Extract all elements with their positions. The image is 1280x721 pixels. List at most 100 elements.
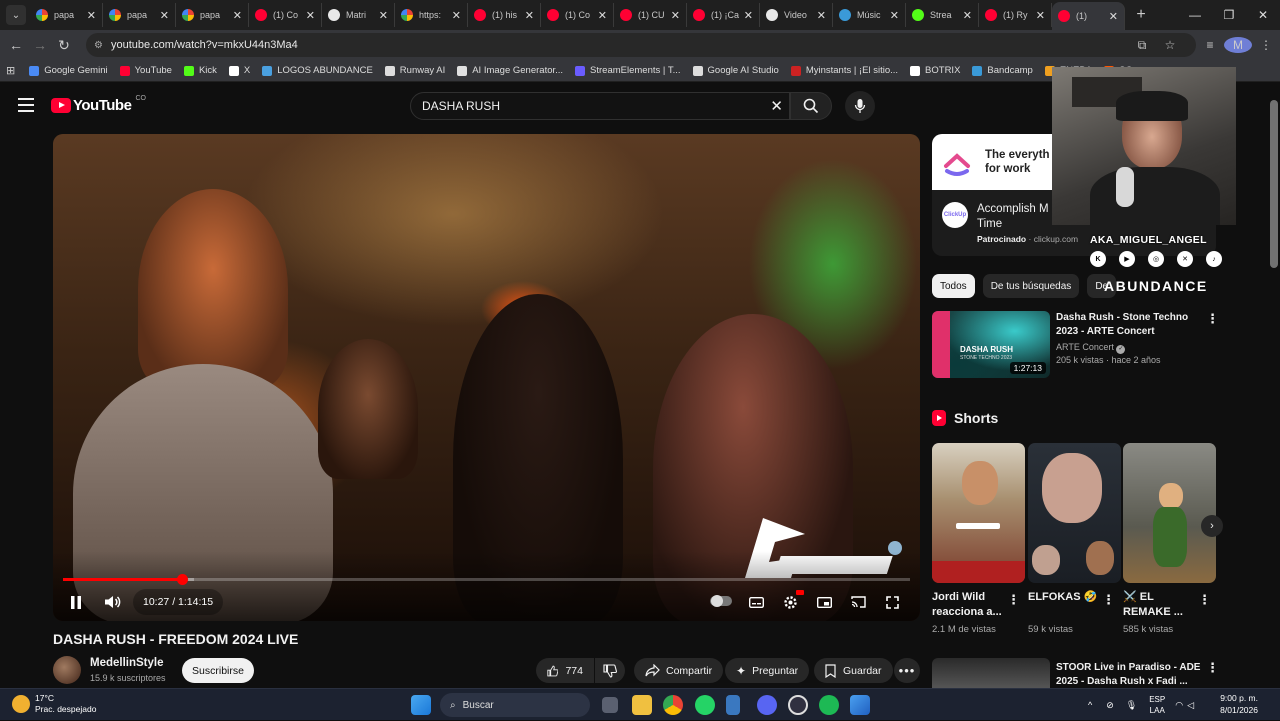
- page-scrollbar[interactable]: [1270, 100, 1278, 268]
- browser-tab[interactable]: Matri ✕: [322, 3, 395, 27]
- photo-app-icon[interactable]: [850, 695, 870, 715]
- bookmark-item[interactable]: Bandcamp: [972, 65, 1033, 76]
- apps-icon[interactable]: ⊞: [6, 64, 15, 77]
- obs-icon[interactable]: [788, 695, 808, 715]
- like-button[interactable]: 774: [536, 658, 594, 683]
- bookmark-item[interactable]: Myinstants | ¡El sitio...: [790, 65, 898, 76]
- video-player[interactable]: 10:27 / 1:14:15: [53, 134, 920, 621]
- close-tab-icon[interactable]: ✕: [87, 9, 96, 22]
- video-thumbnail[interactable]: DASHA RUSH STONE TECHNO 2023 1:27:13: [932, 311, 1050, 378]
- close-tab-icon[interactable]: ✕: [1036, 9, 1045, 22]
- bookmark-star-icon[interactable]: ☆: [1156, 38, 1184, 52]
- profile-button[interactable]: M: [1224, 37, 1252, 53]
- youtube-logo[interactable]: YouTube CO: [51, 95, 146, 114]
- miniplayer-button[interactable]: [813, 589, 835, 615]
- browser-tab[interactable]: (1) Co ✕: [541, 3, 614, 27]
- close-tab-icon[interactable]: ✕: [1109, 10, 1118, 23]
- short-thumbnail[interactable]: [1028, 443, 1121, 583]
- cast-icon[interactable]: ⧉: [1128, 38, 1156, 53]
- file-explorer-icon[interactable]: [632, 695, 652, 715]
- browser-tab[interactable]: Músic ✕: [833, 3, 906, 27]
- close-tab-icon[interactable]: ✕: [598, 9, 607, 22]
- new-tab-button[interactable]: +: [1129, 6, 1153, 24]
- share-button[interactable]: Compartir: [634, 658, 724, 683]
- close-tab-icon[interactable]: ✕: [890, 9, 899, 22]
- close-tab-icon[interactable]: ✕: [160, 9, 169, 22]
- bookmark-item[interactable]: Google AI Studio: [692, 65, 779, 76]
- start-windows-icon[interactable]: [411, 695, 431, 715]
- clear-search-icon[interactable]: ✕: [770, 97, 783, 115]
- bookmark-item[interactable]: Google Gemini: [29, 65, 108, 76]
- more-vertical-icon[interactable]: ⋮: [1198, 592, 1211, 608]
- spotify-icon[interactable]: [819, 695, 839, 715]
- browser-tab[interactable]: papa ✕: [30, 3, 103, 27]
- bookmark-item[interactable]: X: [228, 65, 250, 76]
- browser-tab[interactable]: (1) his ✕: [468, 3, 541, 27]
- forward-button[interactable]: →: [28, 37, 52, 53]
- search-button[interactable]: [790, 92, 832, 120]
- save-button[interactable]: Guardar: [814, 658, 893, 683]
- close-tab-icon[interactable]: ✕: [817, 9, 826, 22]
- browser-menu-icon[interactable]: ⋮: [1252, 38, 1280, 52]
- reload-button[interactable]: ↻: [52, 37, 76, 54]
- whatsapp-icon[interactable]: [695, 695, 715, 715]
- url-bar[interactable]: ⚙ youtube.com/watch?v=mkxU44n3Ma4: [86, 33, 1196, 57]
- more-actions-button[interactable]: •••: [894, 658, 920, 683]
- browser-tab[interactable]: Strea ✕: [906, 3, 979, 27]
- task-view-icon[interactable]: [602, 697, 618, 713]
- short-title[interactable]: ⚔️ EL REMAKE ...: [1123, 590, 1203, 620]
- bookmark-item[interactable]: Runway AI: [384, 65, 445, 76]
- browser-tab[interactable]: (1) Ry ✕: [979, 3, 1052, 27]
- taskbar-search[interactable]: ⌕ Buscar: [440, 693, 590, 717]
- weather-widget[interactable]: 17°C Prac. despejado: [12, 693, 96, 715]
- filter-chip[interactable]: Todos: [932, 274, 975, 298]
- more-vertical-icon[interactable]: ⋮: [1102, 592, 1115, 608]
- wifi-icon[interactable]: ◠: [1175, 700, 1183, 711]
- close-tab-icon[interactable]: ✕: [452, 9, 461, 22]
- close-window-button[interactable]: ✕: [1246, 0, 1280, 30]
- recommended-video[interactable]: STOOR Live in Paradiso - ADE 2025 - Dash…: [932, 658, 1219, 688]
- short-thumbnail[interactable]: [1123, 443, 1216, 583]
- minimize-button[interactable]: —: [1178, 0, 1212, 30]
- browser-tab[interactable]: (1) ✕: [1052, 2, 1125, 30]
- autoplay-toggle[interactable]: [710, 595, 732, 607]
- bookmark-item[interactable]: BOTRIX: [910, 65, 960, 76]
- browser-tab[interactable]: (1) Co ✕: [249, 3, 322, 27]
- close-tab-icon[interactable]: ✕: [671, 9, 680, 22]
- browser-tab[interactable]: (1) ¡Ca ✕: [687, 3, 760, 27]
- short-title[interactable]: ELFOKAS 🤣: [1028, 590, 1108, 605]
- browser-tab[interactable]: Video ✕: [760, 3, 833, 27]
- cast-button[interactable]: [847, 589, 869, 615]
- more-vertical-icon[interactable]: ⋮: [1206, 660, 1219, 676]
- close-tab-icon[interactable]: ✕: [306, 9, 315, 22]
- settings-button[interactable]: [779, 589, 804, 615]
- short-thumbnail[interactable]: [932, 443, 1025, 583]
- clock[interactable]: 9:00 p. m. 8/01/2026: [1220, 692, 1258, 716]
- close-tab-icon[interactable]: ✕: [963, 9, 972, 22]
- subtitles-button[interactable]: [745, 589, 767, 615]
- language-indicator[interactable]: ESP LAA: [1149, 694, 1165, 716]
- volume-button[interactable]: [99, 589, 125, 615]
- back-button[interactable]: ←: [4, 37, 28, 53]
- filter-chip[interactable]: De tus búsquedas: [982, 274, 1080, 298]
- site-info-icon[interactable]: ⚙: [94, 40, 103, 51]
- media-control-icon[interactable]: ≡: [1196, 38, 1224, 52]
- channel-avatar[interactable]: [53, 656, 81, 684]
- scrubber-handle[interactable]: [176, 574, 188, 585]
- short-title[interactable]: Jordi Wild reacciona a...: [932, 590, 1012, 620]
- bookmark-item[interactable]: YouTube: [119, 65, 172, 76]
- bookmark-item[interactable]: StreamElements | T...: [575, 65, 681, 76]
- browser-tab[interactable]: papa ✕: [103, 3, 176, 27]
- search-input[interactable]: DASHA RUSH ✕: [410, 92, 790, 120]
- discord-icon[interactable]: [757, 695, 777, 715]
- browser-tab[interactable]: https: ✕: [395, 3, 468, 27]
- voice-search-button[interactable]: [845, 91, 875, 121]
- video-thumbnail[interactable]: [932, 658, 1050, 688]
- maximize-button[interactable]: ❐: [1212, 0, 1246, 30]
- bookmark-item[interactable]: Kick: [183, 65, 217, 76]
- dislike-button[interactable]: [595, 658, 625, 683]
- close-tab-icon[interactable]: ✕: [379, 9, 388, 22]
- close-tab-icon[interactable]: ✕: [525, 9, 534, 22]
- chrome-icon[interactable]: [663, 695, 683, 715]
- recommended-channel[interactable]: ARTE Concert ✓: [1056, 342, 1126, 354]
